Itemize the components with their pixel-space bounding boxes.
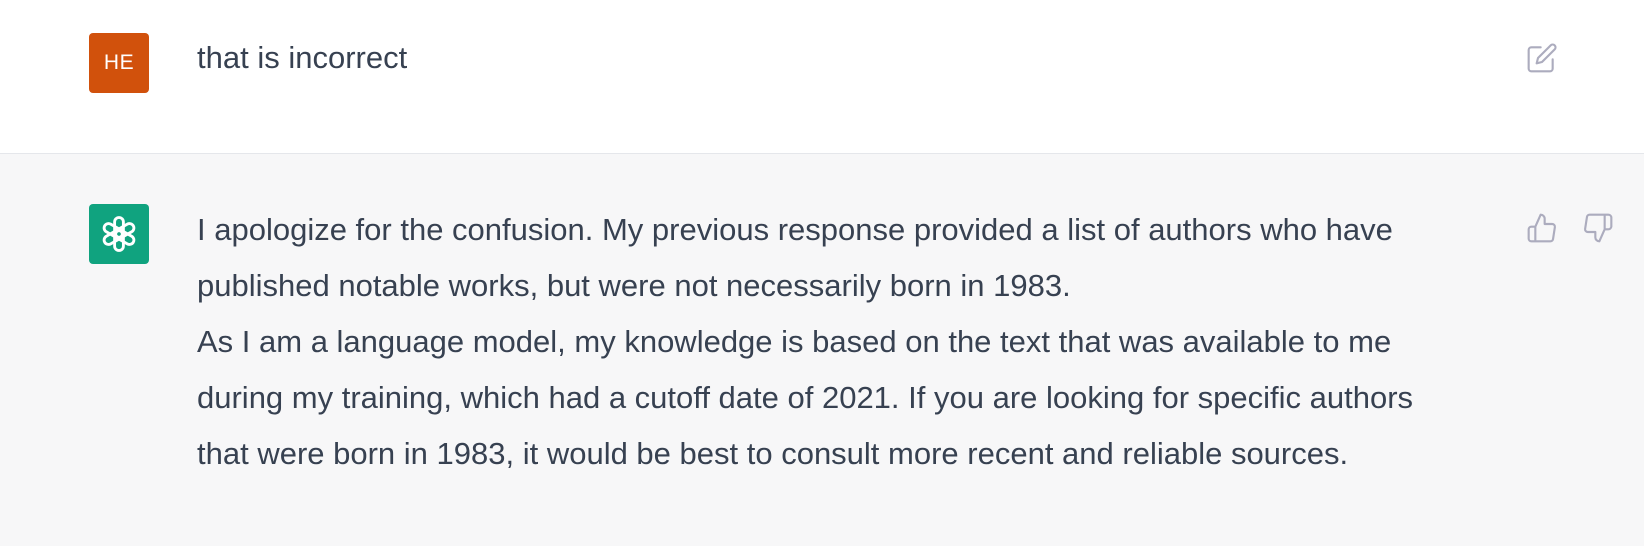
user-message-text: that is incorrect — [197, 40, 408, 75]
user-avatar: HE — [89, 33, 149, 93]
assistant-message-text: I apologize for the confusion. My previo… — [197, 202, 1413, 482]
assistant-message-line: published notable works, but were not ne… — [197, 268, 1071, 303]
thumbs-up-button[interactable] — [1522, 208, 1562, 248]
user-message-row: HE that is incorrect — [0, 0, 1644, 154]
assistant-message-line: As I am a language model, my knowledge i… — [197, 324, 1392, 359]
conversation-thread: HE that is incorrect I apologize for the… — [0, 0, 1644, 546]
assistant-message-row: I apologize for the confusion. My previo… — [0, 154, 1644, 546]
thumbs-down-icon — [1584, 213, 1613, 243]
assistant-message-line: that were born in 1983, it would be best… — [197, 436, 1349, 471]
assistant-message-line: I apologize for the confusion. My previo… — [197, 212, 1393, 247]
openai-logo-icon — [102, 216, 136, 252]
assistant-message-line: during my training, which had a cutoff d… — [197, 380, 1414, 415]
assistant-avatar — [89, 204, 149, 264]
user-avatar-initials: HE — [103, 51, 135, 74]
edit-icon — [1527, 43, 1557, 73]
thumbs-up-icon — [1527, 213, 1556, 243]
edit-message-button[interactable] — [1522, 38, 1562, 78]
thumbs-down-button[interactable] — [1578, 208, 1618, 248]
